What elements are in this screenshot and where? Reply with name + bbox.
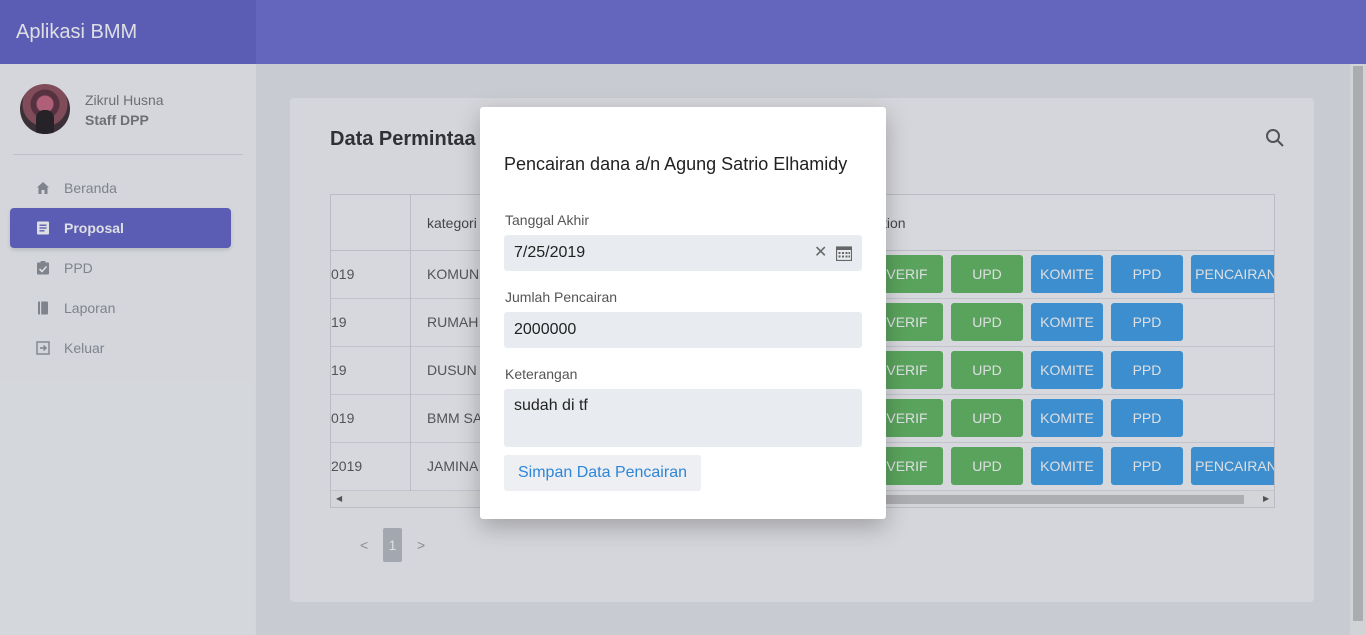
keterangan-value: sudah di tf xyxy=(514,397,588,414)
tanggal-akhir-field[interactable]: 7/25/2019 ✕ xyxy=(504,235,862,271)
jumlah-label: Jumlah Pencairan xyxy=(505,289,618,305)
calendar-icon[interactable] xyxy=(836,245,852,261)
keterangan-label: Keterangan xyxy=(505,366,578,382)
tanggal-label: Tanggal Akhir xyxy=(505,212,590,228)
tanggal-value: 7/25/2019 xyxy=(514,244,586,261)
pencairan-dialog: Pencairan dana a/n Agung Satrio Elhamidy… xyxy=(480,107,886,519)
jumlah-pencairan-field[interactable]: 2000000 xyxy=(504,312,862,348)
clear-icon[interactable]: ✕ xyxy=(814,235,827,271)
keterangan-field[interactable]: sudah di tf xyxy=(504,389,862,447)
jumlah-value: 2000000 xyxy=(514,321,577,338)
dialog-title: Pencairan dana a/n Agung Satrio Elhamidy xyxy=(504,154,848,174)
save-pencairan-button[interactable]: Simpan Data Pencairan xyxy=(504,455,701,491)
